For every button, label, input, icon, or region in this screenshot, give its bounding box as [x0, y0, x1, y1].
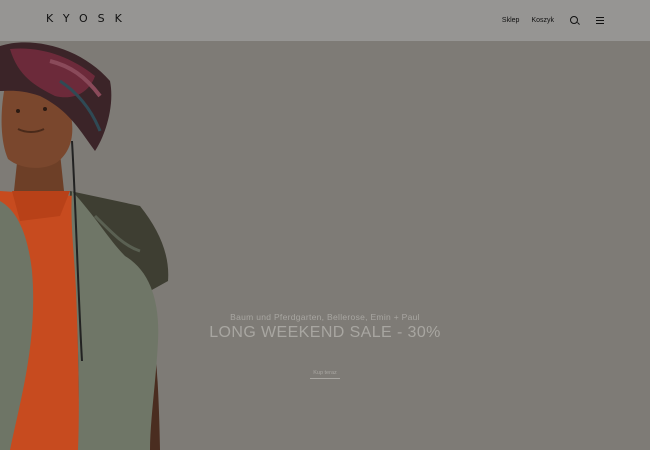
hero-banner: Baum und Pferdgarten, Bellerose, Emin + …: [0, 41, 650, 450]
site-logo[interactable]: KYOSK: [46, 12, 132, 25]
page: KYOSK Sklep Koszyk Baum und Pferdgarten,…: [0, 0, 650, 450]
nav-shop-link[interactable]: Sklep: [502, 17, 520, 24]
hero-model-image: [0, 42, 169, 450]
hero-subtitle: Baum und Pferdgarten, Bellerose, Emin + …: [230, 312, 420, 322]
site-header: KYOSK Sklep Koszyk: [0, 0, 650, 41]
hero-headline: LONG WEEKEND SALE - 30%: [209, 324, 441, 341]
shop-now-link[interactable]: Kup teraz: [310, 370, 340, 379]
search-icon[interactable]: [570, 15, 578, 24]
menu-icon[interactable]: [596, 17, 604, 24]
nav-cart-link[interactable]: Koszyk: [531, 17, 554, 24]
main-nav: Sklep Koszyk: [502, 0, 604, 41]
